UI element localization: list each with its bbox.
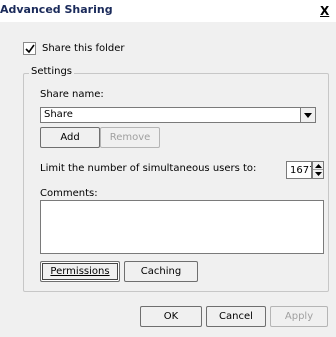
spin-up-button[interactable] [313,162,323,170]
share-folder-checkbox-row[interactable]: Share this folder [23,42,125,55]
share-name-label: Share name: [40,89,104,100]
share-name-value: Share [44,109,73,120]
caching-button[interactable]: Caching [124,261,198,282]
ok-button[interactable]: OK [140,306,202,327]
spin-down-button[interactable] [313,170,323,178]
comments-field[interactable] [40,200,324,254]
comments-label: Comments: [40,188,98,199]
add-button[interactable]: Add [40,127,100,148]
permissions-button-label: Permissions [50,266,110,277]
share-folder-checkbox[interactable] [23,42,36,55]
ok-button-label: OK [163,311,179,322]
cancel-button[interactable]: Cancel [206,306,266,327]
caching-button-label: Caching [140,266,182,277]
limit-users-spinner[interactable] [312,161,324,179]
chevron-down-icon [314,172,322,176]
settings-group [23,73,329,292]
title-bar: Advanced Sharing X [0,0,336,22]
checkmark-icon [25,44,35,54]
remove-button[interactable]: Remove [100,127,160,148]
permissions-button[interactable]: Permissions [40,261,120,282]
settings-legend: Settings [29,66,75,77]
chevron-up-icon [314,163,322,168]
chevron-down-icon [304,112,312,118]
window-title: Advanced Sharing [0,3,113,16]
apply-button[interactable]: Apply [270,306,328,327]
share-folder-label: Share this folder [42,43,125,54]
remove-button-label: Remove [109,132,151,143]
limit-users-value: 16777216 [290,165,311,176]
limit-users-input[interactable]: 16777216 [286,161,312,179]
limit-users-label: Limit the number of simultaneous users t… [40,163,257,174]
add-button-label: Add [60,132,80,143]
share-name-combobox[interactable]: Share [40,107,316,123]
close-button[interactable]: X [320,4,329,18]
apply-button-label: Apply [284,311,314,322]
share-name-dropdown-button[interactable] [300,108,315,122]
cancel-button-label: Cancel [219,311,253,322]
